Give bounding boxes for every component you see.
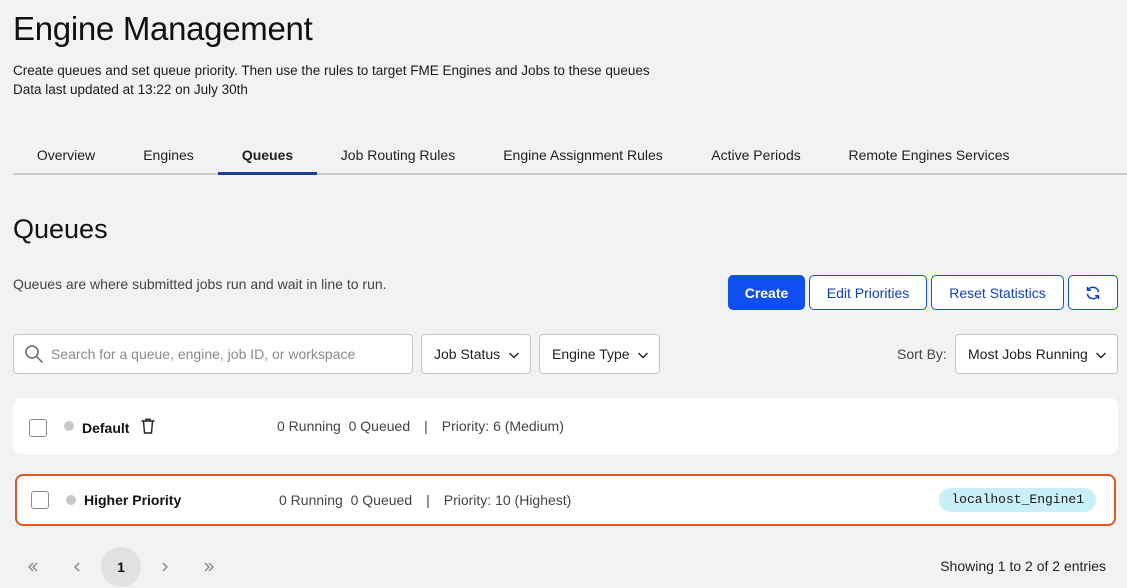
search-input[interactable] bbox=[51, 346, 391, 362]
next-page-button[interactable] bbox=[145, 547, 185, 587]
queue-stats: 0 Running 0 Queued | Priority: 6 (Medium) bbox=[277, 418, 564, 434]
double-chevron-right-icon bbox=[204, 562, 214, 572]
tab-engines[interactable]: Engines bbox=[119, 137, 218, 175]
engine-type-dropdown[interactable]: Engine Type bbox=[539, 334, 660, 374]
tab-engine-assignment-rules[interactable]: Engine Assignment Rules bbox=[479, 137, 687, 175]
queue-row[interactable]: Default 0 Running 0 Queued | Priority: 6 (… bbox=[13, 398, 1118, 454]
chevron-down-icon bbox=[638, 352, 648, 359]
running-count: 0 Running bbox=[277, 418, 341, 434]
reset-statistics-button[interactable]: Reset Statistics bbox=[931, 275, 1064, 310]
queue-row[interactable]: Higher Priority 0 Running 0 Queued | Prior… bbox=[15, 474, 1116, 526]
queue-stats: 0 Running 0 Queued | Priority: 10 (Highest… bbox=[279, 492, 571, 508]
section-title: Queues bbox=[13, 214, 108, 244]
refresh-button[interactable] bbox=[1068, 275, 1118, 310]
search-icon bbox=[25, 345, 43, 363]
chevron-down-icon bbox=[509, 352, 519, 359]
search-box bbox=[13, 334, 413, 374]
last-page-button[interactable] bbox=[189, 547, 229, 587]
tab-job-routing-rules[interactable]: Job Routing Rules bbox=[317, 137, 479, 175]
running-count: 0 Running bbox=[279, 492, 343, 508]
previous-page-button[interactable] bbox=[57, 547, 97, 587]
trash-icon[interactable] bbox=[140, 417, 156, 435]
page-title: Engine Management bbox=[13, 10, 313, 47]
queue-name: Default bbox=[82, 420, 130, 436]
engine-type-label: Engine Type bbox=[552, 346, 630, 362]
tab-queues[interactable]: Queues bbox=[218, 137, 317, 175]
stats-separator: | bbox=[424, 418, 428, 434]
queued-count: 0 Queued bbox=[348, 418, 411, 434]
chevron-down-icon bbox=[1096, 352, 1106, 359]
row-checkbox[interactable] bbox=[31, 491, 49, 509]
sort-by-label: Sort By: bbox=[897, 346, 947, 362]
job-status-dropdown[interactable]: Job Status bbox=[421, 334, 531, 374]
first-page-button[interactable] bbox=[13, 547, 53, 587]
chevron-right-icon bbox=[162, 562, 168, 572]
last-updated-text: Data last updated at 13:22 on July 30th bbox=[13, 82, 248, 97]
priority-text: Priority: 6 (Medium) bbox=[441, 418, 564, 434]
engine-tag[interactable]: localhost_Engine1 bbox=[939, 488, 1096, 512]
row-checkbox[interactable] bbox=[29, 419, 47, 437]
tab-active-periods[interactable]: Active Periods bbox=[687, 137, 825, 175]
page-number-button[interactable]: 1 bbox=[101, 547, 141, 587]
chevron-left-icon bbox=[74, 562, 80, 572]
queue-name: Higher Priority bbox=[84, 492, 182, 508]
entries-count: Showing 1 to 2 of 2 entries bbox=[940, 558, 1106, 574]
create-button[interactable]: Create bbox=[728, 275, 805, 310]
queued-count: 0 Queued bbox=[350, 492, 413, 508]
tab-remote-engines-services[interactable]: Remote Engines Services bbox=[825, 137, 1033, 175]
page-description: Create queues and set queue priority. Th… bbox=[13, 63, 650, 78]
sort-by-dropdown[interactable]: Most Jobs Running bbox=[955, 334, 1118, 374]
edit-priorities-button[interactable]: Edit Priorities bbox=[809, 275, 927, 310]
status-dot bbox=[64, 421, 74, 431]
stats-separator: | bbox=[426, 492, 430, 508]
tab-bar: Overview Engines Queues Job Routing Rule… bbox=[13, 137, 1127, 175]
refresh-icon bbox=[1086, 286, 1100, 299]
section-description: Queues are where submitted jobs run and … bbox=[13, 276, 387, 292]
double-chevron-left-icon bbox=[28, 562, 38, 572]
tab-overview[interactable]: Overview bbox=[13, 137, 119, 175]
job-status-label: Job Status bbox=[434, 346, 501, 362]
status-dot bbox=[66, 495, 76, 505]
sort-by-value: Most Jobs Running bbox=[968, 346, 1088, 362]
priority-text: Priority: 10 (Highest) bbox=[443, 492, 572, 508]
